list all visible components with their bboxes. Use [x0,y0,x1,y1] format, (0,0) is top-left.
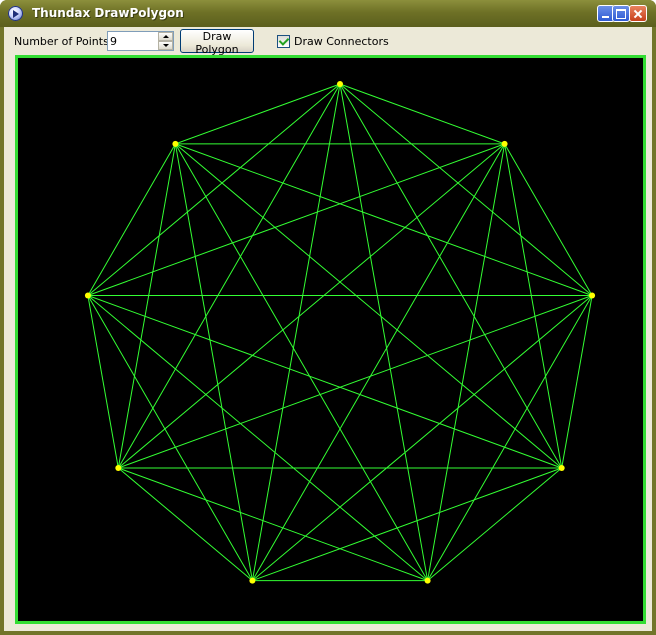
polygon-edge [117,467,253,581]
checkbox-box[interactable] [277,35,290,48]
connector-line [252,295,593,581]
connector-line [174,143,253,581]
connector-line [339,83,563,469]
connector-line [118,295,593,469]
polygon-vertex [424,577,431,584]
draw-polygon-button[interactable]: Draw Polygon [180,29,254,56]
client-area: Number of Points: Draw Polygon Draw Conn… [4,27,652,631]
connector-line [175,143,593,296]
connector-line [251,83,341,581]
connector-line [117,83,341,469]
polygon-vertex [558,465,565,471]
check-mark-icon [278,35,290,46]
app-window: Thundax DrawPolygon Number of Points: Dr… [0,0,656,635]
polygon-edge [427,467,563,581]
number-of-points-label: Number of Points: [14,35,113,48]
app-icon[interactable] [8,6,23,21]
polygon-vertex [501,140,508,147]
maximize-button[interactable] [612,5,630,22]
polygon-vertex [249,577,256,584]
polygon-vertex [84,292,91,299]
polygon-vertex [172,140,179,147]
window-title: Thundax DrawPolygon [32,6,184,20]
connector-line [87,295,562,469]
polygon-edge [339,83,505,145]
spinner-buttons [158,32,173,50]
spin-down-button[interactable] [158,41,173,50]
polygon-vertex [115,465,122,471]
connector-line [117,143,505,469]
connector-line [87,143,505,296]
connector-line [251,143,506,581]
polygon-vertex [589,292,596,299]
polygon-vertex [337,81,343,87]
connector-line [174,143,429,581]
connector-line [427,143,506,581]
close-button[interactable] [629,5,647,22]
number-of-points-input[interactable] [110,33,156,49]
connector-line [339,83,429,581]
polygon-edge [175,83,341,145]
draw-connectors-label[interactable]: Draw Connectors [294,35,389,48]
connector-line [175,143,563,469]
title-bar[interactable]: Thundax DrawPolygon [0,0,656,27]
spin-up-button[interactable] [158,32,173,41]
drawing-canvas[interactable] [15,55,646,624]
number-of-points-spinner[interactable] [107,31,174,51]
connector-line [87,295,428,581]
polygon-drawing [84,81,596,584]
